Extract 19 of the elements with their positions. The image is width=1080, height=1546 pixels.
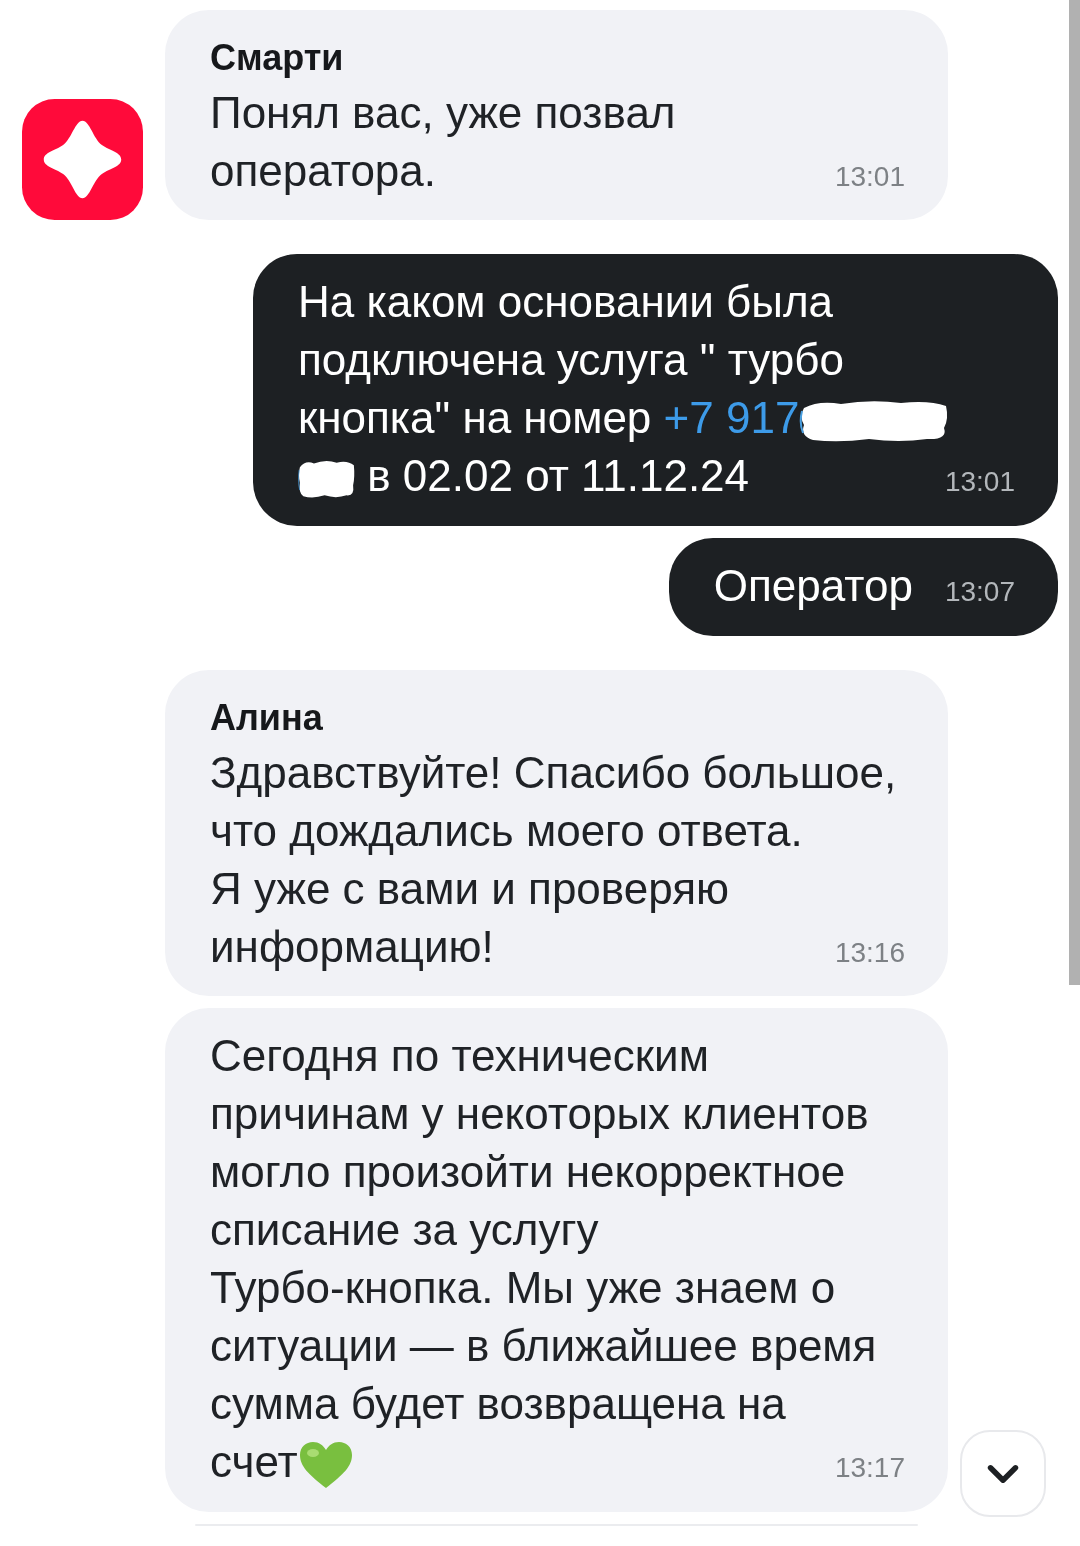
message-text: оператора. <box>210 145 437 197</box>
sender-name: Алина <box>210 696 324 740</box>
message-text: Оператор <box>713 560 913 612</box>
message-time: 13:01 <box>834 160 905 194</box>
message-time: 13:01 <box>944 465 1015 499</box>
message-text: информацию! <box>210 921 494 973</box>
scribble-icon <box>799 399 950 444</box>
message-text: На каком основании была подключена услуга " турбо кнопка" на номер +7 917 <box>298 273 950 447</box>
message-time: 13:17 <box>834 1451 905 1485</box>
message-time: 13:07 <box>944 575 1015 609</box>
message-time: 13:16 <box>834 936 905 970</box>
message-text: в 02.02 от 11.12.24 <box>298 447 750 505</box>
scroll-down-button[interactable] <box>960 1430 1046 1517</box>
message-text: счет <box>210 1433 354 1491</box>
phone-link[interactable]: +7 917 <box>663 393 800 442</box>
sender-name: Смарти <box>210 36 345 80</box>
message-text: Понял вас, уже позвал <box>210 87 676 139</box>
heart-icon <box>297 1440 354 1491</box>
scribble-icon <box>298 459 355 500</box>
